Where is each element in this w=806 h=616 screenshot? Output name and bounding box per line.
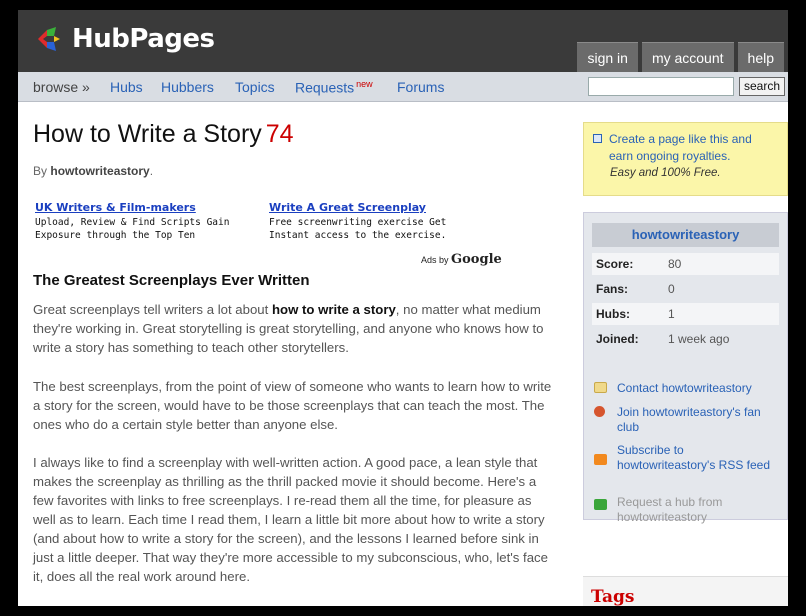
hubpages-logo[interactable]: HubPages xyxy=(34,24,215,54)
search-input[interactable] xyxy=(588,77,734,96)
sign-in-button[interactable]: sign in xyxy=(577,42,638,72)
ad-block: Write A Great Screenplay Free screenwrit… xyxy=(269,201,484,242)
nav-requests[interactable]: Requests new xyxy=(295,79,373,96)
site-header: HubPages sign in my account help xyxy=(18,10,788,72)
nav-hubbers[interactable]: Hubbers xyxy=(161,79,214,95)
stat-label: Hubs: xyxy=(596,307,630,321)
ads-by-label: Ads by xyxy=(421,255,449,265)
stat-label: Score: xyxy=(596,257,634,271)
article-paragraph: The best screenplays, from the point of … xyxy=(33,379,552,432)
profile-name-link[interactable]: howtowriteastory xyxy=(592,223,779,247)
para1-bold: how to write a story xyxy=(271,302,396,317)
byline-suffix: . xyxy=(149,164,154,178)
app-name: HubPages xyxy=(72,24,215,54)
hubpages-logo-icon xyxy=(34,24,64,54)
nav-topics[interactable]: Topics xyxy=(235,79,275,95)
stat-row-fans: Fans: 0 xyxy=(592,278,779,300)
rss-link-text[interactable]: Subscribe to howtowriteastory's RSS feed xyxy=(617,443,777,473)
tags-box: Tags xyxy=(583,576,788,606)
nav-hubs[interactable]: Hubs xyxy=(110,79,143,95)
ads-by-google[interactable]: Ads by Google xyxy=(421,252,502,267)
author-link[interactable]: howtowriteastory xyxy=(50,164,149,178)
envelope-icon xyxy=(594,382,607,393)
fan-club-icon xyxy=(594,406,605,417)
article-paragraph: I always like to find a screenplay with … xyxy=(33,455,548,584)
contact-link-text[interactable]: Contact howtowriteastory xyxy=(617,381,777,396)
request-hub-link: Request a hub from howtowriteastory xyxy=(592,495,777,525)
promo-box: Create a page like this and earn ongoing… xyxy=(583,122,788,196)
nav-browse[interactable]: browse » xyxy=(33,79,90,95)
new-badge: new xyxy=(356,79,373,89)
section-heading: The Greatest Screenplays Ever Written xyxy=(33,272,310,289)
stat-row-hubs: Hubs: 1 xyxy=(592,303,779,325)
request-icon xyxy=(594,499,607,510)
tags-heading: Tags xyxy=(591,587,635,606)
my-account-button[interactable]: my account xyxy=(641,42,734,72)
google-brand: Google xyxy=(451,252,502,267)
ad-link[interactable]: Write A Great Screenplay xyxy=(269,201,484,214)
stat-row-joined: Joined: 1 week ago xyxy=(592,328,779,350)
stat-label: Fans: xyxy=(596,282,629,296)
hub-score: 74 xyxy=(265,120,294,148)
promo-note: Easy and 100% Free. xyxy=(610,167,721,179)
stat-row-score: Score: 80 xyxy=(592,253,779,275)
sub-nav: browse » Hubs Hubbers Topics Requests new… xyxy=(18,72,788,102)
para1-pre: Great screenplays tell writers a lot abo… xyxy=(33,302,272,317)
help-button[interactable]: help xyxy=(737,42,784,72)
top-nav: sign in my account help xyxy=(573,42,784,72)
byline-prefix: By xyxy=(33,164,48,178)
create-page-link[interactable]: Create a page like this and earn ongoing… xyxy=(609,131,777,165)
stat-value: 1 week ago xyxy=(668,332,730,346)
rss-link[interactable]: Subscribe to howtowriteastory's RSS feed xyxy=(592,443,777,473)
article-paragraph: Great screenplays tell writers a lot abo… xyxy=(33,300,553,357)
stat-value: 1 xyxy=(668,307,675,321)
search-button[interactable]: search xyxy=(739,77,785,96)
ad-link[interactable]: UK Writers & Film-makers xyxy=(35,201,250,214)
browser-page: HubPages sign in my account help browse … xyxy=(18,10,788,606)
stat-value: 80 xyxy=(668,257,682,271)
rss-icon xyxy=(594,454,607,465)
fan-club-link[interactable]: Join howtowriteastory's fan club xyxy=(592,405,777,435)
byline: By howtowriteastory. xyxy=(33,164,153,178)
fan-club-link-text[interactable]: Join howtowriteastory's fan club xyxy=(617,405,777,435)
request-hub-text: Request a hub from howtowriteastory xyxy=(617,495,723,524)
ad-block: UK Writers & Film-makers Upload, Review … xyxy=(35,201,250,242)
contact-link[interactable]: Contact howtowriteastory xyxy=(592,381,777,396)
author-profile: howtowriteastory Score: 80 Fans: 0 Hubs:… xyxy=(583,212,788,524)
nav-requests-label: Requests xyxy=(295,79,355,96)
stat-value: 0 xyxy=(668,282,675,296)
nav-forums[interactable]: Forums xyxy=(397,79,444,95)
ad-text: Upload, Review & Find Scripts Gain Expos… xyxy=(35,217,230,241)
stat-label: Joined: xyxy=(596,332,639,346)
ad-text: Free screenwriting exercise Get Instant … xyxy=(269,217,447,241)
article-main: How to Write a Story 74 By howtowriteasto… xyxy=(18,102,563,606)
page-title: How to Write a Story 74 xyxy=(33,120,294,149)
page-icon xyxy=(593,134,602,143)
title-text: How to Write a Story xyxy=(33,120,262,148)
sidebar: Create a page like this and earn ongoing… xyxy=(583,102,788,606)
